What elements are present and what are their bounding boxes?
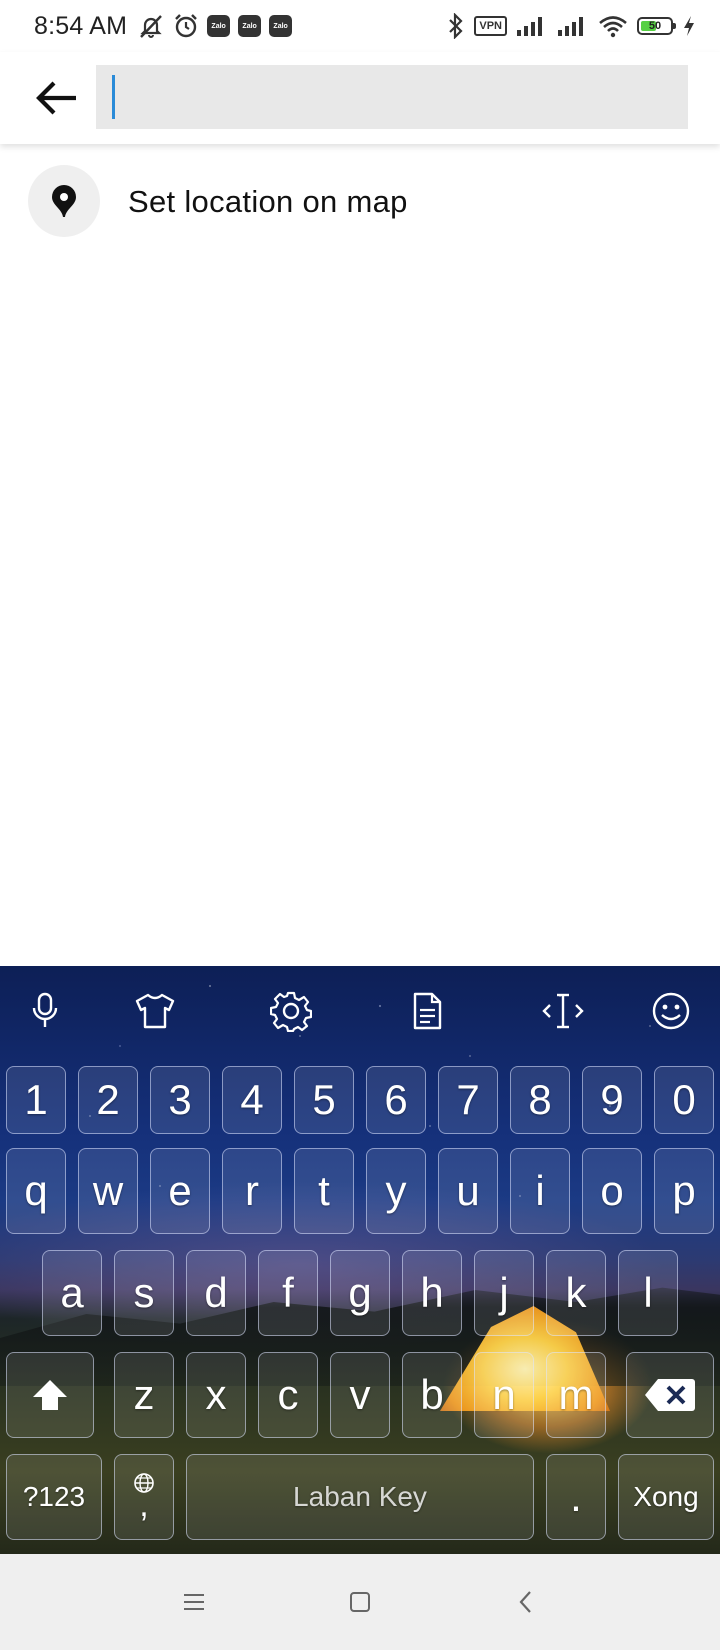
map-pin-icon — [28, 165, 100, 237]
key-8[interactable]: 8 — [510, 1066, 570, 1134]
key-1[interactable]: 1 — [6, 1066, 66, 1134]
microphone-icon[interactable] — [20, 986, 70, 1036]
key-9[interactable]: 9 — [582, 1066, 642, 1134]
key-y[interactable]: y — [366, 1148, 426, 1234]
key-e[interactable]: e — [150, 1148, 210, 1234]
keyboard: 1 2 3 4 5 6 7 8 9 0 q w e r t y u i o p … — [0, 966, 720, 1554]
signal-icon — [516, 15, 548, 37]
key-i[interactable]: i — [510, 1148, 570, 1234]
key-0[interactable]: 0 — [654, 1066, 714, 1134]
key-c[interactable]: c — [258, 1352, 318, 1438]
backspace-icon — [645, 1379, 695, 1411]
key-q[interactable]: q — [6, 1148, 66, 1234]
battery-icon: 50 — [637, 17, 676, 35]
key-j[interactable]: j — [474, 1250, 534, 1336]
keyboard-toolbar — [0, 966, 720, 1052]
settings-gear-icon[interactable] — [266, 986, 316, 1036]
emoji-icon[interactable] — [646, 986, 696, 1036]
status-time: 8:54 AM — [34, 11, 128, 40]
bluetooth-icon — [447, 13, 465, 39]
key-b[interactable]: b — [402, 1352, 462, 1438]
vpn-badge: VPN — [474, 16, 507, 36]
key-n[interactable]: n — [474, 1352, 534, 1438]
key-r[interactable]: r — [222, 1148, 282, 1234]
cursor-move-icon[interactable] — [538, 986, 588, 1036]
set-location-label: Set location on map — [128, 184, 408, 219]
key-6[interactable]: 6 — [366, 1066, 426, 1134]
set-location-on-map-item[interactable]: Set location on map — [0, 148, 720, 254]
key-u[interactable]: u — [438, 1148, 498, 1234]
language-comma-key[interactable]: , — [114, 1454, 174, 1540]
status-bar: 8:54 AM Zalo Zalo Zalo VPN 50 — [0, 0, 720, 52]
key-7[interactable]: 7 — [438, 1066, 498, 1134]
zalo-icon: Zalo — [238, 15, 262, 37]
wifi-icon — [598, 14, 628, 38]
key-f[interactable]: f — [258, 1250, 318, 1336]
key-5[interactable]: 5 — [294, 1066, 354, 1134]
arrow-left-icon — [36, 81, 76, 115]
key-p[interactable]: p — [654, 1148, 714, 1234]
text-caret — [112, 75, 115, 119]
period-key[interactable]: . — [546, 1454, 606, 1540]
charging-icon — [682, 15, 696, 37]
system-nav-bar — [0, 1554, 720, 1650]
recents-menu-icon[interactable] — [172, 1580, 216, 1624]
key-z[interactable]: z — [114, 1352, 174, 1438]
search-header — [0, 52, 720, 144]
key-t[interactable]: t — [294, 1148, 354, 1234]
space-key[interactable]: Laban Key — [186, 1454, 534, 1540]
key-k[interactable]: k — [546, 1250, 606, 1336]
key-2[interactable]: 2 — [78, 1066, 138, 1134]
back-chevron-icon[interactable] — [504, 1580, 548, 1624]
signal-icon — [557, 15, 589, 37]
back-button[interactable] — [28, 70, 84, 126]
muted-bell-icon — [137, 12, 165, 40]
shift-key[interactable] — [6, 1352, 94, 1438]
shift-arrow-icon — [33, 1380, 67, 1410]
theme-shirt-icon[interactable] — [130, 986, 180, 1036]
key-v[interactable]: v — [330, 1352, 390, 1438]
comma-label: , — [139, 1486, 149, 1524]
battery-level: 50 — [648, 20, 662, 32]
key-l[interactable]: l — [618, 1250, 678, 1336]
key-m[interactable]: m — [546, 1352, 606, 1438]
clipboard-icon[interactable] — [402, 986, 452, 1036]
home-square-icon[interactable] — [338, 1580, 382, 1624]
key-d[interactable]: d — [186, 1250, 246, 1336]
key-4[interactable]: 4 — [222, 1066, 282, 1134]
key-o[interactable]: o — [582, 1148, 642, 1234]
destination-search-input[interactable] — [96, 65, 688, 129]
done-key[interactable]: Xong — [618, 1454, 714, 1540]
zalo-icon: Zalo — [207, 15, 231, 37]
key-w[interactable]: w — [78, 1148, 138, 1234]
alarm-icon — [173, 13, 199, 39]
symbols-key[interactable]: ?123 — [6, 1454, 102, 1540]
key-3[interactable]: 3 — [150, 1066, 210, 1134]
key-h[interactable]: h — [402, 1250, 462, 1336]
key-s[interactable]: s — [114, 1250, 174, 1336]
zalo-icon: Zalo — [269, 15, 293, 37]
key-g[interactable]: g — [330, 1250, 390, 1336]
key-x[interactable]: x — [186, 1352, 246, 1438]
backspace-key[interactable] — [626, 1352, 714, 1438]
key-a[interactable]: a — [42, 1250, 102, 1336]
